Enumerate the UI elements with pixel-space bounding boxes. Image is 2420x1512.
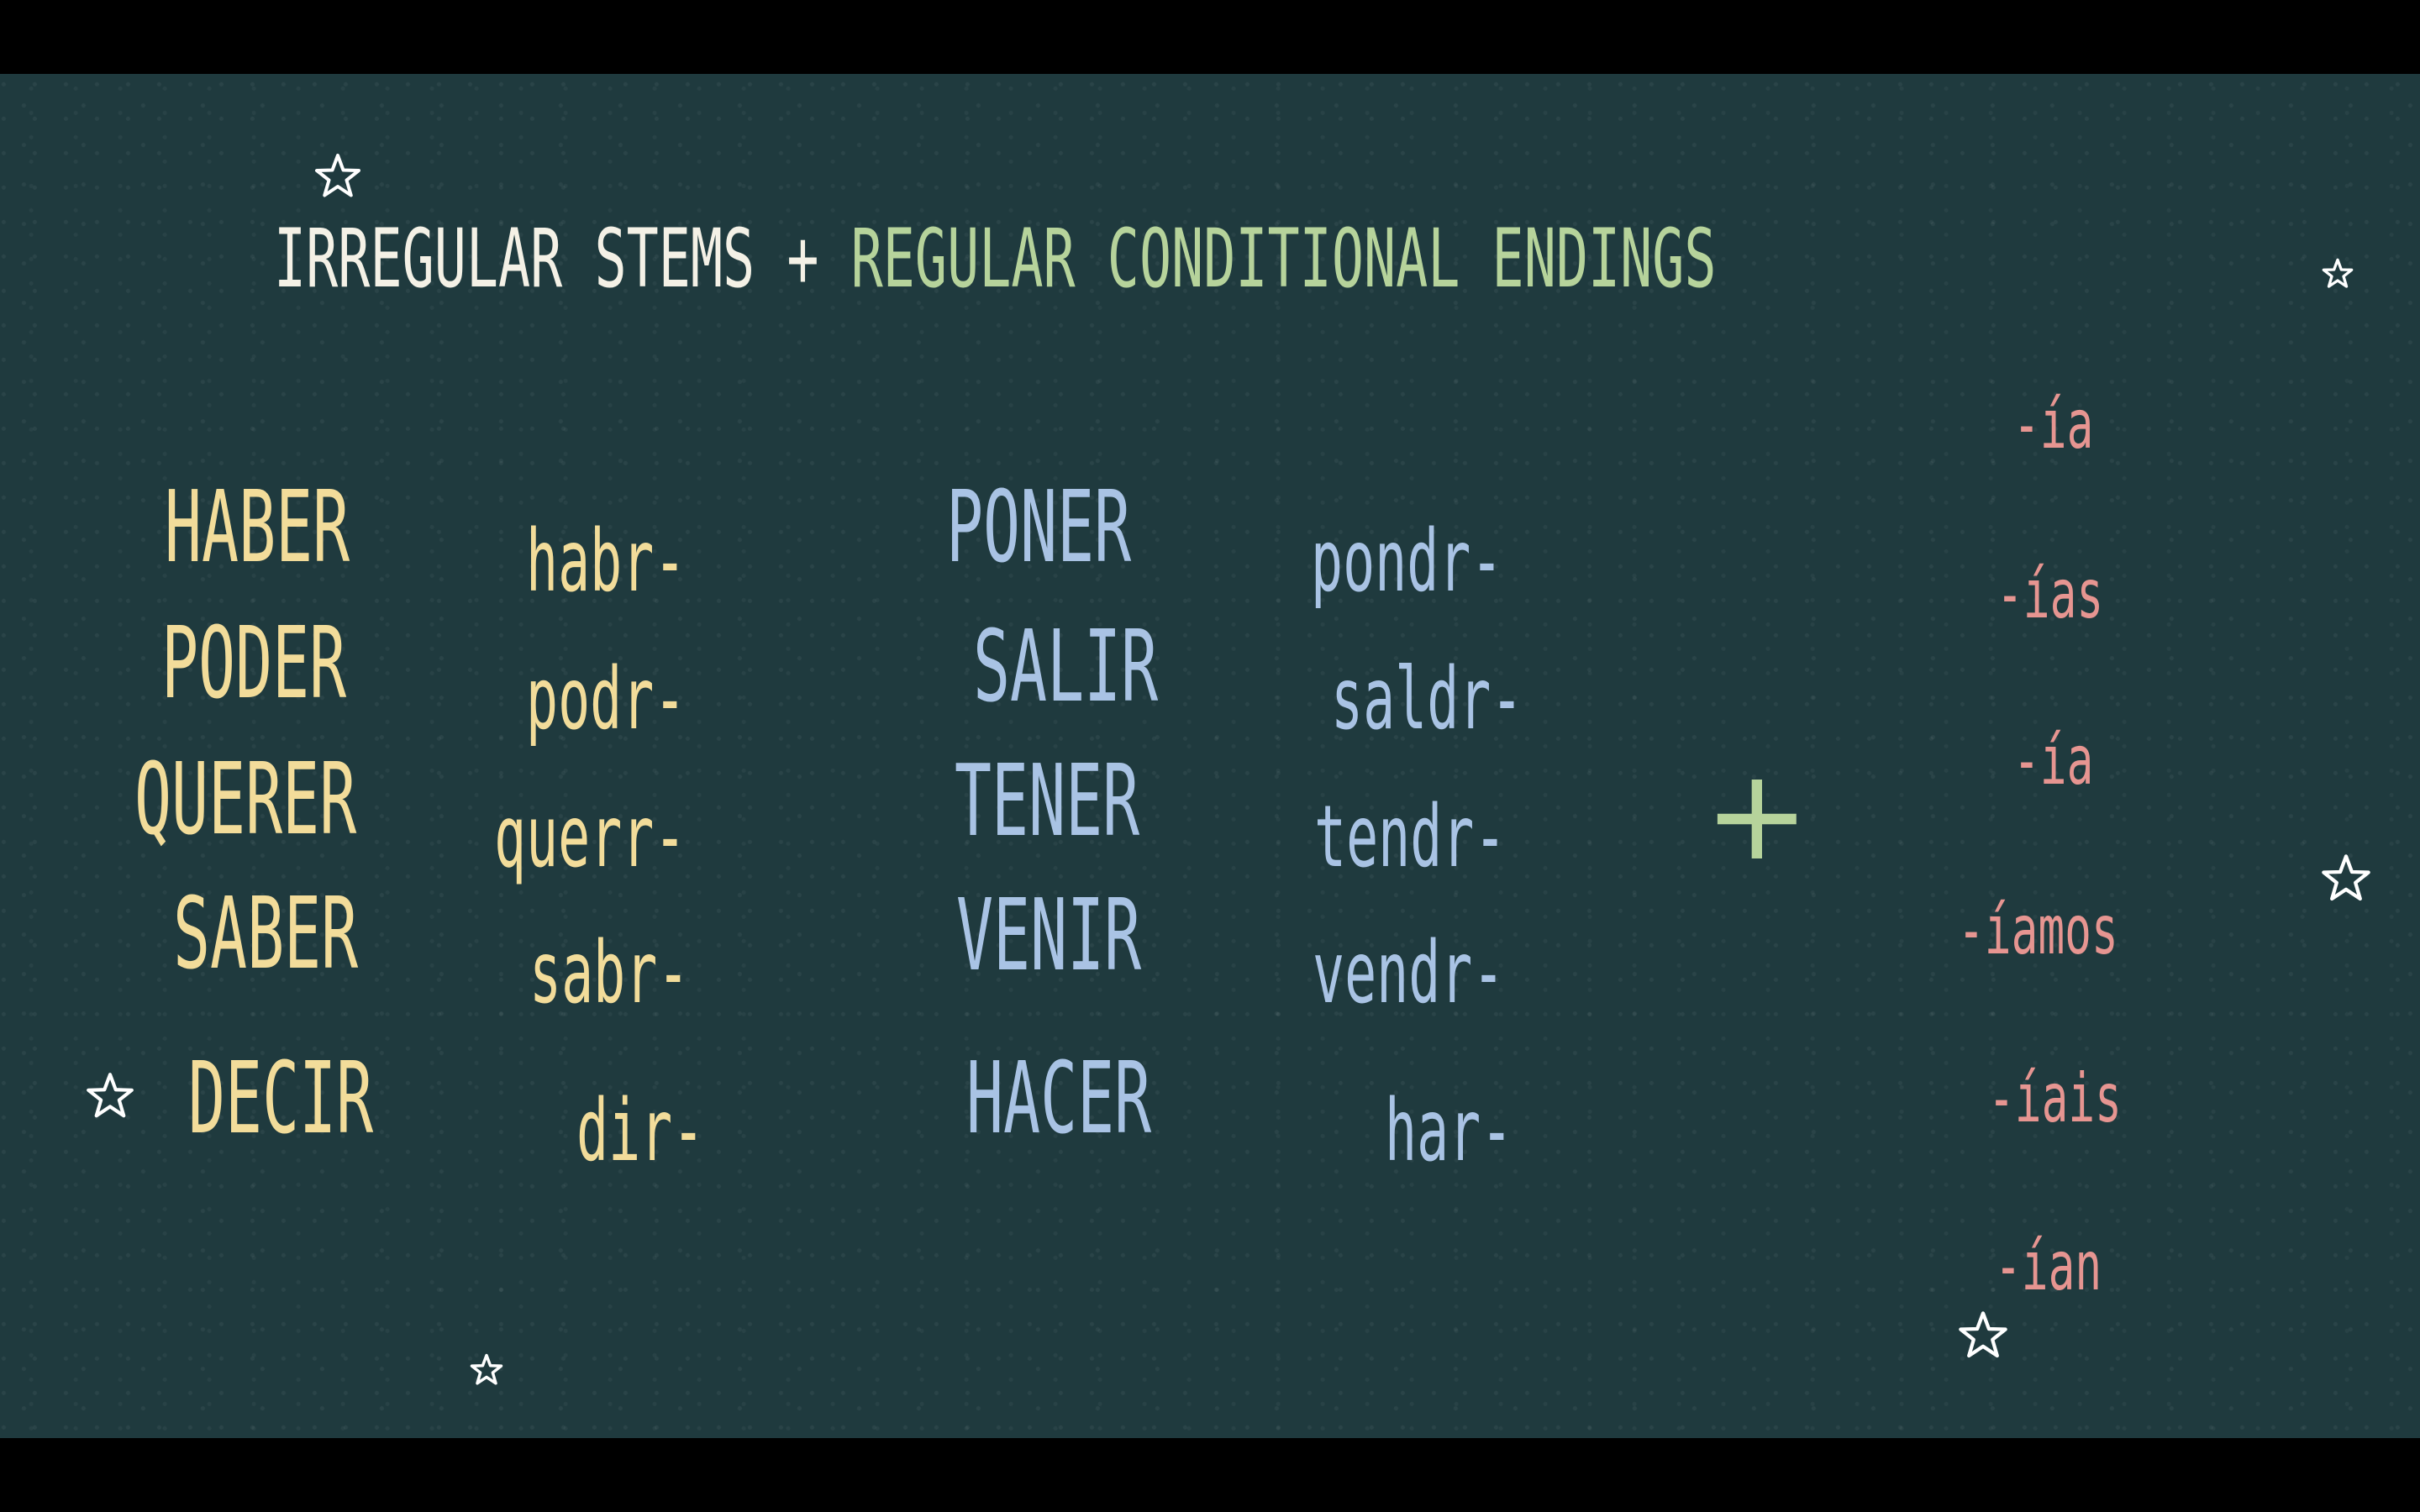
star-icon — [87, 1073, 134, 1118]
star-icon — [470, 1353, 503, 1385]
verb-poder: PODER — [161, 605, 347, 721]
stem-vendr: vendr- — [1313, 923, 1505, 1023]
verb-salir: SALIR — [973, 608, 1159, 724]
star-icon — [315, 154, 360, 197]
verb-querer: QUERER — [134, 741, 357, 857]
stem-pondr: pondr- — [1311, 512, 1503, 612]
ending-iamos: -íamos — [1958, 891, 2118, 969]
stem-querr: querr- — [494, 787, 687, 887]
plus-sign: + — [1704, 743, 1810, 889]
star-icon — [2322, 258, 2354, 288]
title-plus: + — [786, 212, 819, 306]
ending-ia-2: -ía — [2013, 722, 2094, 800]
letterbox-bottom — [0, 1438, 2420, 1512]
stem-podr: podr- — [526, 649, 687, 749]
verb-tener: TENER — [955, 743, 1140, 858]
verb-poner: PONER — [946, 469, 1132, 585]
stem-saldr: saldr- — [1331, 649, 1523, 749]
ending-ias: -ías — [1996, 555, 2104, 633]
verb-haber: HABER — [165, 469, 350, 585]
verb-saber: SABER — [173, 875, 359, 991]
ending-iais: -íais — [1988, 1059, 2122, 1137]
stem-habr: habr- — [526, 512, 687, 612]
ending-ian: -ían — [1995, 1227, 2102, 1305]
letterbox-top — [0, 0, 2420, 74]
stem-sabr: sabr- — [529, 923, 690, 1023]
verb-venir: VENIR — [956, 877, 1142, 993]
star-icon — [1959, 1311, 2007, 1358]
verb-hacer: HACER — [966, 1040, 1152, 1156]
title-irregular-stems: IRREGULAR STEMS — [274, 212, 755, 306]
title-regular-endings: REGULAR CONDITIONAL ENDINGS — [850, 212, 1717, 306]
stem-tendr: tendr- — [1314, 787, 1507, 887]
ending-ia-1: -ía — [2013, 386, 2094, 464]
slide: IRREGULAR STEMS + REGULAR CONDITIONAL EN… — [0, 74, 2420, 1438]
stem-har: har- — [1385, 1081, 1513, 1181]
star-icon — [2322, 854, 2370, 901]
stem-dir: dir- — [576, 1081, 705, 1181]
verb-decir: DECIR — [188, 1040, 374, 1156]
slide-title: IRREGULAR STEMS + REGULAR CONDITIONAL EN… — [274, 218, 1717, 299]
